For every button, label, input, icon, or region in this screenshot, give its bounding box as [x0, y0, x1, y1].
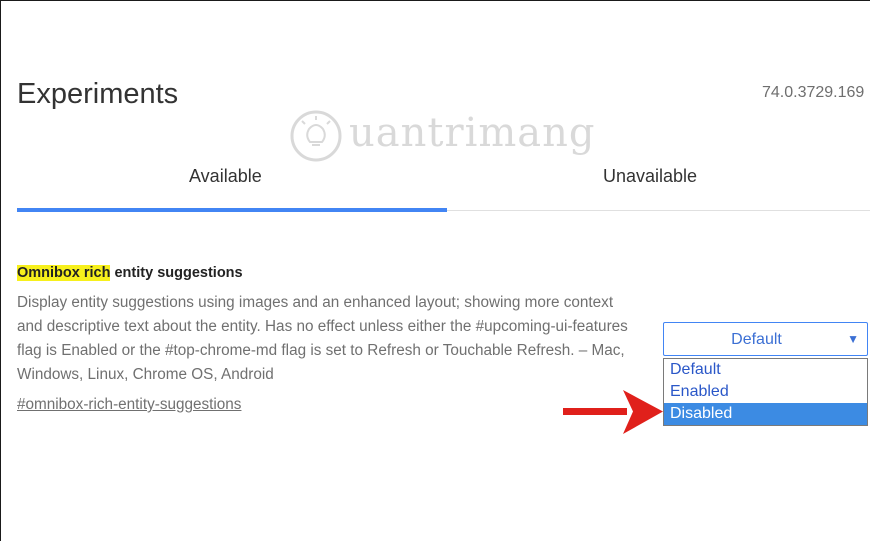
- option-default[interactable]: Default: [664, 359, 867, 381]
- tab-divider: [447, 210, 870, 211]
- tab-available[interactable]: Available: [189, 166, 262, 187]
- version-label: 74.0.3729.169: [762, 84, 865, 101]
- select-value: Default: [731, 331, 782, 348]
- flag-title-rest: entity suggestions: [110, 265, 243, 281]
- lightbulb-icon: [290, 110, 342, 162]
- select-dropdown-list: Default Enabled Disabled: [663, 358, 868, 426]
- flag-description: Display entity suggestions using images …: [17, 294, 628, 383]
- watermark: uantrimang: [287, 108, 597, 163]
- flag-permalink[interactable]: #omnibox-rich-entity-suggestions: [17, 396, 241, 414]
- active-tab-indicator: [17, 208, 447, 212]
- tab-unavailable[interactable]: Unavailable: [603, 166, 697, 187]
- chevron-down-icon: ▼: [847, 332, 859, 346]
- flag-title-highlight: Omnibox rich: [17, 265, 111, 281]
- flag-title: Omnibox rich entity suggestions: [17, 265, 243, 281]
- option-disabled[interactable]: Disabled: [664, 403, 867, 425]
- page-title: Experiments: [17, 78, 179, 110]
- option-enabled[interactable]: Enabled: [664, 381, 867, 403]
- watermark-text: uantrimang: [349, 110, 596, 156]
- red-arrow-icon: [563, 390, 663, 434]
- flag-select[interactable]: Default ▼: [663, 322, 868, 356]
